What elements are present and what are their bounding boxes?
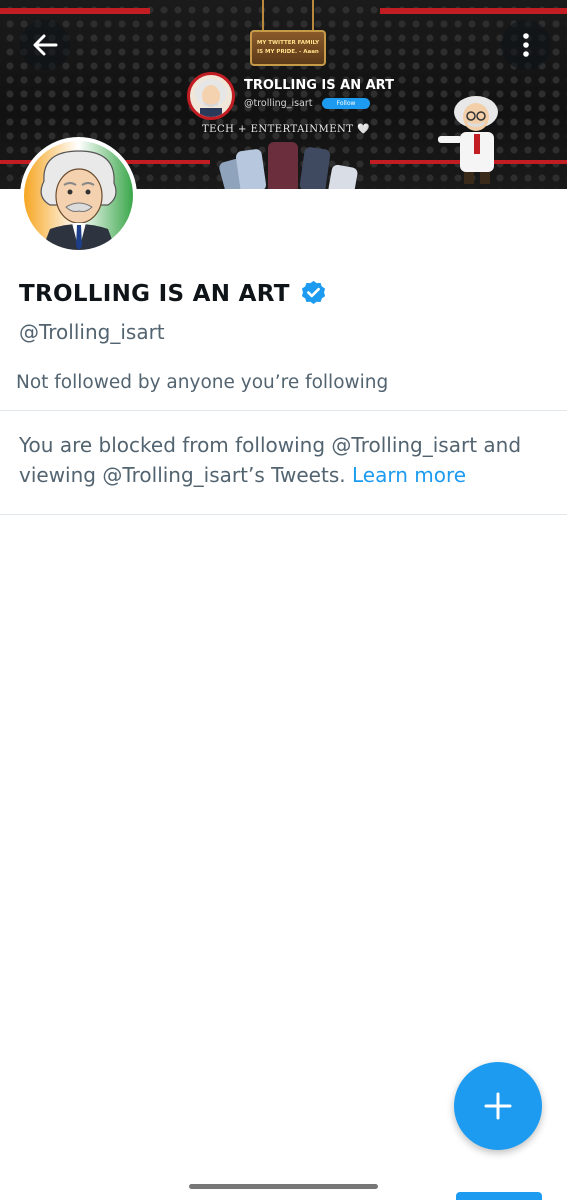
banner-follow-graphic: Follow: [322, 98, 370, 109]
profile-handle: @Trolling_isart: [19, 320, 165, 344]
compose-tweet-button[interactable]: [454, 1062, 542, 1150]
banner-sign: MY TWITTER FAMILY IS MY PRIDE. - Aaan: [250, 30, 326, 66]
home-indicator[interactable]: [189, 1184, 378, 1189]
blocked-notice: You are blocked from following @Trolling…: [19, 430, 549, 490]
profile-name: TROLLING IS AN ART: [19, 280, 290, 307]
more-vertical-icon: [523, 33, 529, 57]
banner-decor-line: [0, 8, 150, 14]
phone-graphic: [235, 148, 267, 189]
einstein-avatar-icon: [24, 141, 133, 250]
back-button[interactable]: [20, 20, 70, 70]
profile-name-row: TROLLING IS AN ART: [19, 279, 328, 308]
verified-badge-icon[interactable]: [299, 279, 328, 308]
learn-more-link[interactable]: Learn more: [352, 463, 466, 487]
banner-sign-line1: MY TWITTER FAMILY: [256, 40, 320, 46]
arrow-left-icon: [33, 34, 58, 56]
bottom-sheet-peek: [456, 1192, 542, 1200]
profile-page: MY TWITTER FAMILY IS MY PRIDE. - Aaan TR…: [0, 0, 567, 1200]
plus-icon: [484, 1092, 512, 1120]
banner-handle: @trolling_isart: [244, 98, 313, 109]
divider: [0, 514, 567, 515]
banner-tagline: TECH + ENTERTAINMENT 🤍: [202, 124, 371, 135]
scientist-cartoon-icon: [438, 96, 498, 184]
banner-name: TROLLING IS AN ART: [244, 78, 394, 93]
phone-graphic: [268, 142, 298, 189]
einstein-cartoon-icon: [195, 79, 227, 117]
divider: [0, 410, 567, 411]
banner-rope: [262, 0, 264, 32]
profile-avatar[interactable]: [20, 137, 137, 254]
banner-sign-line2: IS MY PRIDE. - Aaan: [257, 49, 319, 55]
banner-rope: [312, 0, 314, 32]
banner-decor-line: [380, 8, 567, 14]
banner-avatar: [187, 72, 235, 120]
phone-graphic: [327, 163, 359, 189]
phone-graphic: [299, 146, 331, 189]
more-options-button[interactable]: [501, 20, 551, 70]
followers-you-know[interactable]: Not followed by anyone you’re following: [16, 372, 388, 393]
